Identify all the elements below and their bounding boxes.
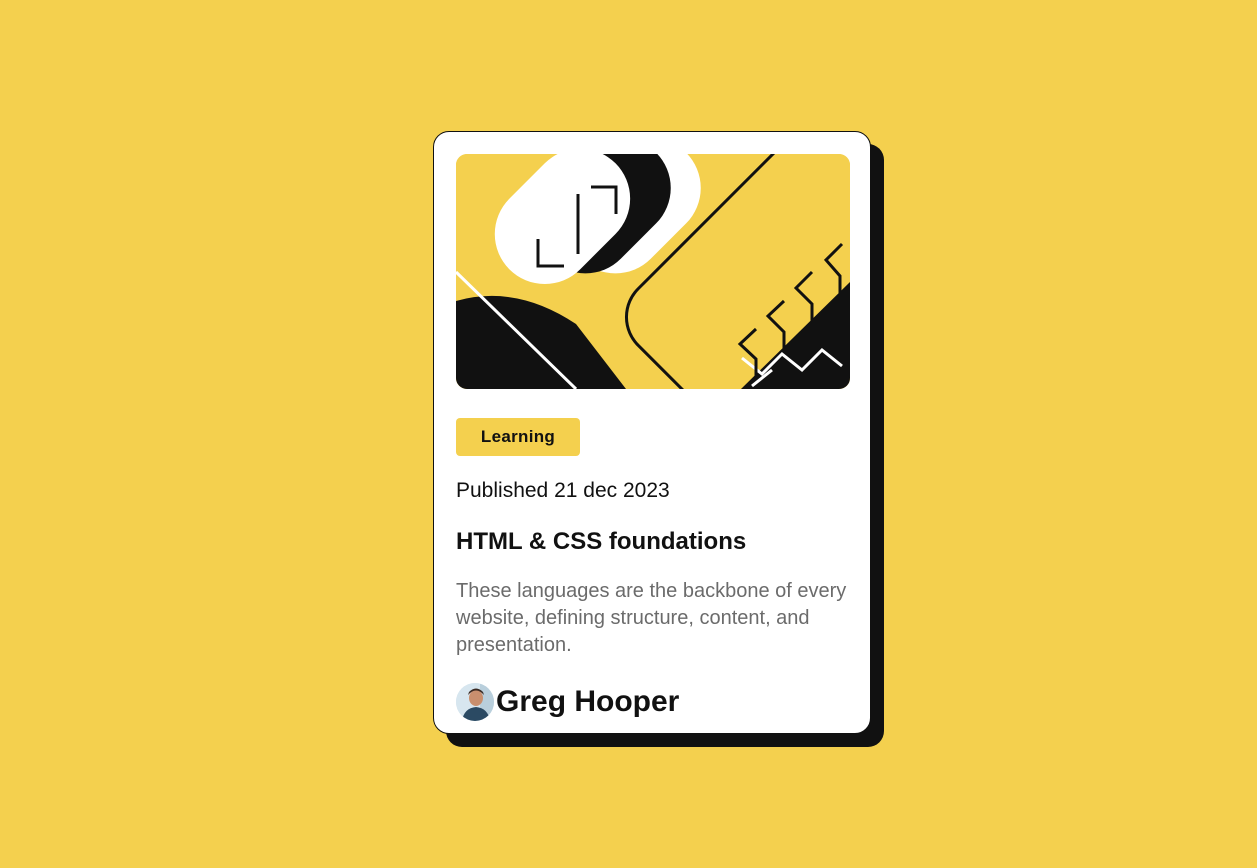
author-name[interactable]: Greg Hooper bbox=[496, 685, 679, 719]
card-description: These languages are the backbone of ever… bbox=[456, 580, 847, 656]
category-tag[interactable]: Learning bbox=[456, 418, 580, 456]
card-title[interactable]: HTML & CSS foundations bbox=[456, 528, 746, 556]
author-avatar-icon bbox=[456, 683, 494, 721]
card-illustration bbox=[456, 154, 850, 389]
abstract-geometric-illustration-icon bbox=[456, 154, 850, 389]
author-row: Greg Hooper bbox=[456, 683, 679, 721]
published-date: Published 21 dec 2023 bbox=[456, 479, 670, 502]
blog-preview-card: Learning Published 21 dec 2023 HTML & CS… bbox=[433, 131, 871, 734]
